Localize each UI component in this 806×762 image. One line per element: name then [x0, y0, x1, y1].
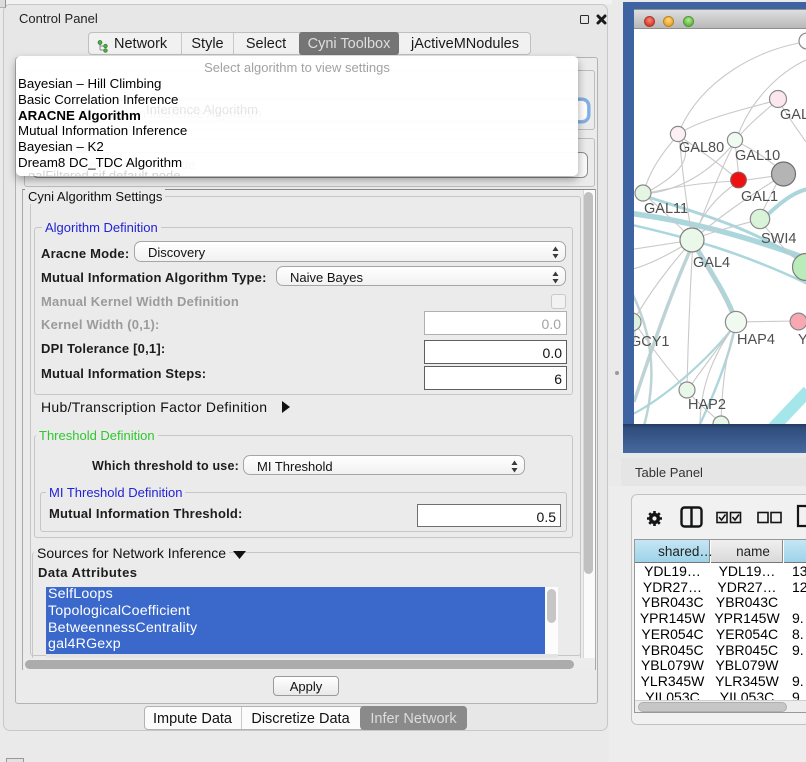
- svg-text:GAL80: GAL80: [679, 140, 724, 156]
- svg-text:HAP4: HAP4: [737, 332, 775, 348]
- svg-text:Y: Y: [798, 332, 806, 348]
- svg-text:GAL11: GAL11: [644, 201, 688, 217]
- svg-text:GAL: GAL: [780, 107, 806, 123]
- svg-text:GAL4: GAL4: [693, 255, 730, 271]
- svg-text:SWI4: SWI4: [761, 231, 796, 247]
- svg-text:GAL10: GAL10: [735, 148, 780, 164]
- svg-text:GAL1: GAL1: [741, 189, 778, 205]
- svg-text:HAP2: HAP2: [688, 397, 726, 413]
- svg-text:GCY1: GCY1: [634, 334, 670, 350]
